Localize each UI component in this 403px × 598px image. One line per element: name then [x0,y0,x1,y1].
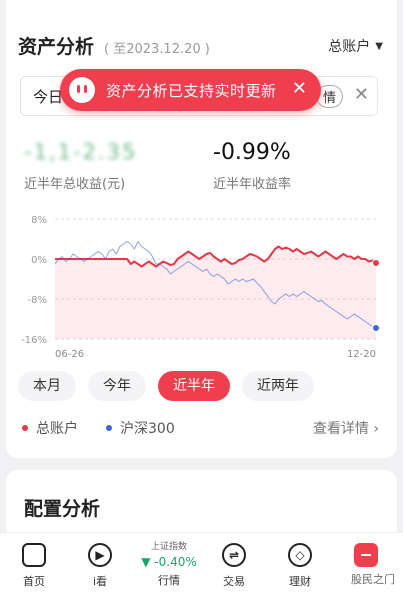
caret-down-icon: ▼ [375,40,383,52]
realtime-update-toast: 资产分析已支持实时更新 ✕ [60,69,321,111]
range-tab-two-years[interactable]: 近两年 [242,371,314,401]
nav-home-label: 首页 [23,575,45,588]
notice-text: 今日 [33,88,64,106]
smile-icon [69,77,95,103]
range-tab-half-year[interactable]: 近半年 [158,371,230,401]
legend-dot-index [106,425,112,431]
chevron-right-icon: › [373,421,379,437]
close-icon[interactable]: ✕ [354,84,369,105]
diamond-icon: ◇ [288,543,312,567]
header: 资产分析 ( 至2023.12.20 ) [18,32,210,59]
legend-account-label: 总账户 [36,421,78,437]
y-tick-label: 0% [31,255,47,266]
chart-legend: 总账户 沪深300 [22,418,203,438]
nav-trade[interactable]: ⇌ 交易 [204,533,264,598]
range-tab-year[interactable]: 今年 [88,371,146,401]
market-index-change: ▼ -0.40% [141,555,197,569]
y-tick-label: -8% [28,295,47,306]
home-icon [22,543,46,567]
nav-home[interactable]: 首页 [4,533,64,598]
return-chart[interactable]: 8% 0% -8% -16% 06-26 12-20 [0,205,403,365]
y-tick-label: 8% [31,215,47,226]
range-tab-month[interactable]: 本月 [18,371,76,401]
nav-profile[interactable] [336,533,396,598]
nav-market[interactable]: 上证指数 ▼ -0.40% 行情 [134,539,204,588]
view-details-link[interactable]: 查看详情 › [313,418,379,438]
nav-watch[interactable]: ▶ i看 [70,533,130,598]
nav-watch-label: i看 [92,575,108,588]
x-tick-label: 12-20 [347,349,376,360]
legend-dot-account [22,425,28,431]
total-profit-label: 近半年总收益(元) [24,177,126,192]
toast-close-icon[interactable]: ✕ [292,78,307,99]
watermark: 股民之门 [351,573,395,586]
y-tick-label: -16% [21,335,47,346]
return-rate-label: 近半年收益率 [213,177,292,192]
profile-icon [354,543,378,567]
nav-trade-label: 交易 [223,575,245,588]
market-index-name: 上证指数 [150,542,187,552]
legend-index: 沪深300 [106,418,175,438]
section-title-allocation: 配置分析 [24,498,101,520]
x-tick-label: 06-26 [55,349,84,360]
series-area-account [55,246,376,339]
range-tabs: 本月 今年 近半年 近两年 [18,371,326,401]
account-selector-label: 总账户 [328,39,371,55]
page-title: 资产分析 [18,36,95,58]
end-point-account [372,259,380,267]
bottom-nav: 首页 ▶ i看 上证指数 ▼ -0.40% 行情 ⇌ 交易 ◇ 理财 [0,532,403,598]
legend-account: 总账户 [22,418,78,438]
nav-wealth[interactable]: ◇ 理财 [270,533,330,598]
as-of-date: ( 至2023.12.20 ) [104,42,210,57]
nav-market-label: 行情 [158,574,180,587]
view-details-label: 查看详情 [312,421,369,437]
account-selector[interactable]: 总账户 ▼ [328,36,383,56]
nav-wealth-label: 理财 [289,575,311,588]
legend-index-label: 沪深300 [120,421,175,437]
return-rate-value: -0.99% [213,140,291,165]
toast-text: 资产分析已支持实时更新 [106,81,277,100]
end-point-index [372,324,380,332]
total-profit-value: -1,1-2.35 [24,140,138,164]
transfer-icon: ⇌ [222,543,246,567]
play-icon: ▶ [88,543,112,567]
